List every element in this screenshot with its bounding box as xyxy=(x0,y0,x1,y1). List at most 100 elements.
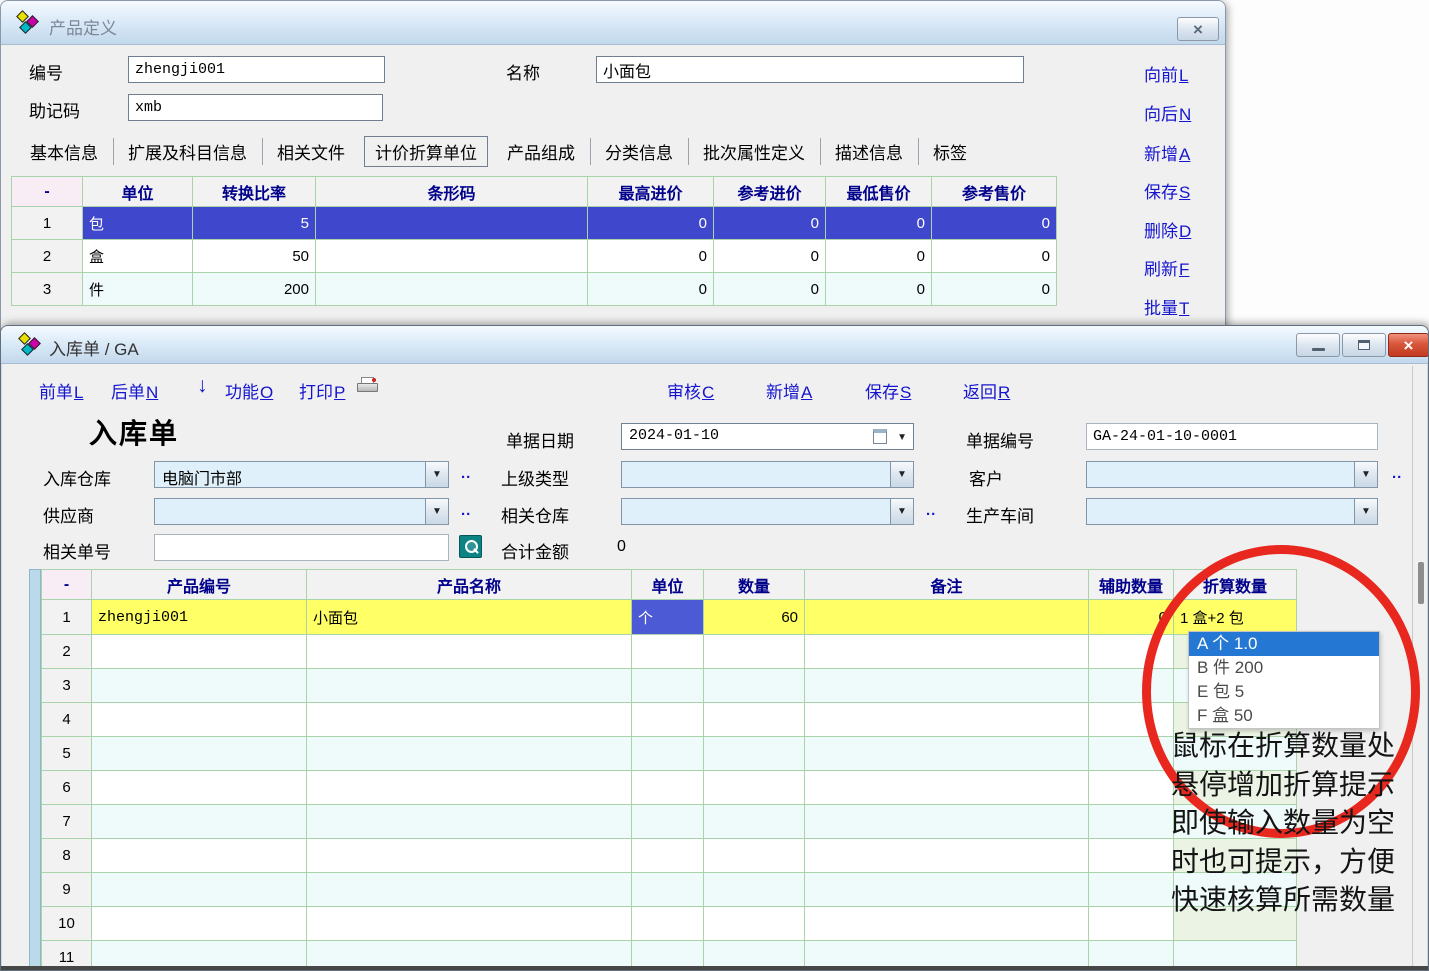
cell[interactable] xyxy=(704,873,805,907)
cell[interactable] xyxy=(632,669,704,703)
save-link[interactable]: 保存S xyxy=(1144,178,1190,203)
cell[interactable] xyxy=(704,941,805,971)
cell[interactable] xyxy=(805,669,1089,703)
cell[interactable] xyxy=(92,703,307,737)
mnemonic-input[interactable] xyxy=(128,94,383,121)
cell[interactable] xyxy=(704,703,805,737)
row-number-cell[interactable]: 9 xyxy=(42,873,92,907)
row-number-cell[interactable]: 1 xyxy=(12,207,83,240)
cell[interactable] xyxy=(1089,703,1174,737)
min-sell-cell[interactable]: 0 xyxy=(826,240,932,273)
cell[interactable] xyxy=(1089,805,1174,839)
supplier-browse-dots[interactable]: .. xyxy=(461,502,471,519)
maximize-button[interactable] xyxy=(1342,333,1386,357)
ratio-cell[interactable]: 5 xyxy=(193,207,316,240)
add-link[interactable]: 新增A xyxy=(766,378,812,403)
cell[interactable] xyxy=(805,737,1089,771)
qty-cell[interactable]: 60 xyxy=(704,600,805,635)
product-window-titlebar[interactable]: 产品定义 xyxy=(1,1,1225,45)
add-link[interactable]: 新增A xyxy=(1144,140,1190,165)
table-row[interactable]: 11 xyxy=(42,941,1297,971)
cell[interactable] xyxy=(92,805,307,839)
tab-related-files[interactable]: 相关文件 xyxy=(262,136,360,167)
cell[interactable] xyxy=(307,873,632,907)
row-number-cell[interactable]: 8 xyxy=(42,839,92,873)
back-link[interactable]: 返回R xyxy=(963,378,1010,403)
dropdown-button[interactable]: ▼ xyxy=(425,462,448,487)
cell[interactable] xyxy=(1174,941,1297,971)
cell[interactable] xyxy=(1089,669,1174,703)
unit-cell[interactable]: 包 xyxy=(83,207,193,240)
tooltip-item[interactable]: B 件 200 xyxy=(1189,656,1379,680)
date-picker[interactable]: 2024-01-10 ▼ xyxy=(621,423,914,450)
cell[interactable] xyxy=(632,703,704,737)
product-code-cell[interactable]: zhengji001 xyxy=(92,600,307,635)
note-cell[interactable] xyxy=(805,600,1089,635)
row-number-cell[interactable]: 11 xyxy=(42,941,92,971)
table-row[interactable]: 7 xyxy=(42,805,1297,839)
related-warehouse-browse-dots[interactable]: .. xyxy=(926,502,936,519)
table-row[interactable]: 2 盒 50 0 0 0 0 xyxy=(12,240,1057,273)
receipt-window-titlebar[interactable]: 入库单 / GA xyxy=(1,326,1428,364)
ratio-cell[interactable]: 200 xyxy=(193,273,316,306)
cell[interactable] xyxy=(805,941,1089,971)
cell[interactable] xyxy=(92,635,307,669)
cell[interactable] xyxy=(92,771,307,805)
ref-buy-cell[interactable]: 0 xyxy=(714,273,826,306)
cell[interactable] xyxy=(1089,635,1174,669)
table-row[interactable]: 6 xyxy=(42,771,1297,805)
cell[interactable] xyxy=(632,635,704,669)
supplier-combo[interactable]: ▼ xyxy=(154,498,449,525)
max-buy-cell[interactable]: 0 xyxy=(588,207,714,240)
customer-browse-dots[interactable]: .. xyxy=(1392,465,1402,482)
row-number-cell[interactable]: 1 xyxy=(42,600,92,635)
minimize-button[interactable] xyxy=(1296,333,1340,357)
barcode-cell[interactable] xyxy=(316,207,588,240)
cell[interactable] xyxy=(307,737,632,771)
workshop-combo[interactable]: ▼ xyxy=(1086,498,1378,525)
max-buy-cell[interactable]: 0 xyxy=(588,240,714,273)
cell[interactable] xyxy=(307,669,632,703)
aux-qty-cell[interactable]: 0 xyxy=(1089,600,1174,635)
prev-doc-link[interactable]: 前单L xyxy=(39,378,83,403)
close-button[interactable]: × xyxy=(1177,17,1219,41)
cell[interactable] xyxy=(92,907,307,941)
cell[interactable] xyxy=(1089,907,1174,941)
row-number-cell[interactable]: 4 xyxy=(42,703,92,737)
row-number-cell[interactable]: 6 xyxy=(42,771,92,805)
printer-icon[interactable] xyxy=(357,377,379,395)
code-input[interactable] xyxy=(128,56,385,83)
cell[interactable] xyxy=(307,703,632,737)
table-row[interactable]: 3 xyxy=(42,669,1297,703)
docno-input[interactable] xyxy=(1086,423,1378,450)
cell[interactable] xyxy=(805,907,1089,941)
cell[interactable] xyxy=(805,703,1089,737)
nav-prev-link[interactable]: 向前L xyxy=(1144,61,1188,86)
tab-basic-info[interactable]: 基本信息 xyxy=(15,136,113,167)
functions-link[interactable]: 功能O xyxy=(225,378,273,403)
nav-next-link[interactable]: 向后N xyxy=(1144,100,1191,125)
unit-cell[interactable]: 盒 xyxy=(83,240,193,273)
cell[interactable] xyxy=(632,771,704,805)
cell[interactable] xyxy=(1089,941,1174,971)
next-doc-link[interactable]: 后单N xyxy=(111,378,158,403)
cell[interactable] xyxy=(632,805,704,839)
tab-batch-attributes[interactable]: 批次属性定义 xyxy=(688,136,820,167)
cell[interactable] xyxy=(805,635,1089,669)
cell[interactable] xyxy=(632,737,704,771)
print-link[interactable]: 打印P xyxy=(299,378,345,403)
cell[interactable] xyxy=(1089,873,1174,907)
ref-buy-cell[interactable]: 0 xyxy=(714,240,826,273)
product-name-cell[interactable]: 小面包 xyxy=(307,600,632,635)
tooltip-item[interactable]: A 个 1.0 xyxy=(1189,632,1379,656)
tab-label[interactable]: 标签 xyxy=(918,136,982,167)
row-number-cell[interactable]: 7 xyxy=(42,805,92,839)
min-sell-cell[interactable]: 0 xyxy=(826,273,932,306)
cell[interactable] xyxy=(704,635,805,669)
batch-link[interactable]: 批量T xyxy=(1144,294,1189,319)
tab-classification-info[interactable]: 分类信息 xyxy=(590,136,688,167)
cell[interactable] xyxy=(632,839,704,873)
cell[interactable] xyxy=(704,737,805,771)
cell[interactable] xyxy=(805,873,1089,907)
cell[interactable] xyxy=(1089,839,1174,873)
